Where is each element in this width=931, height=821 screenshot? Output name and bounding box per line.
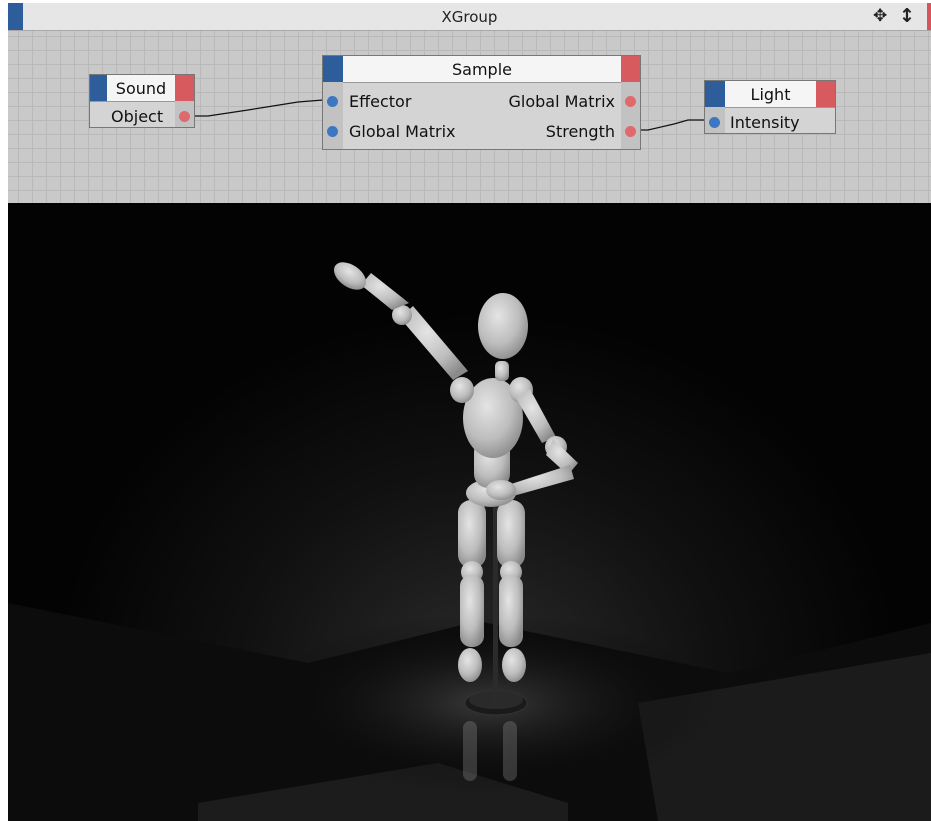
sample-output-global-matrix-label: Global Matrix xyxy=(508,92,616,111)
node-light-header[interactable]: Light xyxy=(705,81,835,108)
node-sample-header[interactable]: Sample xyxy=(323,56,640,83)
sound-output-object-label: Object xyxy=(111,107,164,126)
sample-input-effector-label: Effector xyxy=(349,92,412,111)
sample-input-effector-port[interactable] xyxy=(327,96,338,107)
node-sample[interactable]: Sample Effector Global Matrix Global Mat… xyxy=(322,55,641,150)
node-sound[interactable]: Sound Object xyxy=(89,74,195,128)
node-light[interactable]: Light Intensity xyxy=(704,80,836,134)
node-sound-title: Sound xyxy=(115,79,167,98)
sample-input-global-matrix-label: Global Matrix xyxy=(349,122,456,141)
render-viewport[interactable] xyxy=(8,203,931,821)
app-frame: XGroup ✥ ↕ Sound Object Sample Effector … xyxy=(8,3,931,821)
sample-output-global-matrix-port[interactable] xyxy=(625,96,636,107)
node-light-title: Light xyxy=(750,85,791,104)
sample-output-strength-label: Strength xyxy=(545,122,615,141)
node-sound-header[interactable]: Sound xyxy=(90,75,194,102)
light-input-intensity-label: Intensity xyxy=(730,113,800,132)
node-sample-title: Sample xyxy=(452,60,512,79)
wire-sound-to-effector xyxy=(194,99,324,117)
mannequin-scene xyxy=(8,262,931,821)
xpresso-editor[interactable]: XGroup ✥ ↕ Sound Object Sample Effector … xyxy=(8,3,931,203)
sound-output-object-port[interactable] xyxy=(179,111,190,122)
wire-strength-to-intensity xyxy=(632,119,708,131)
sample-output-strength-port[interactable] xyxy=(625,126,636,137)
sample-input-global-matrix-port[interactable] xyxy=(327,126,338,137)
light-input-intensity-port[interactable] xyxy=(709,117,720,128)
mannequin-head xyxy=(478,293,528,359)
